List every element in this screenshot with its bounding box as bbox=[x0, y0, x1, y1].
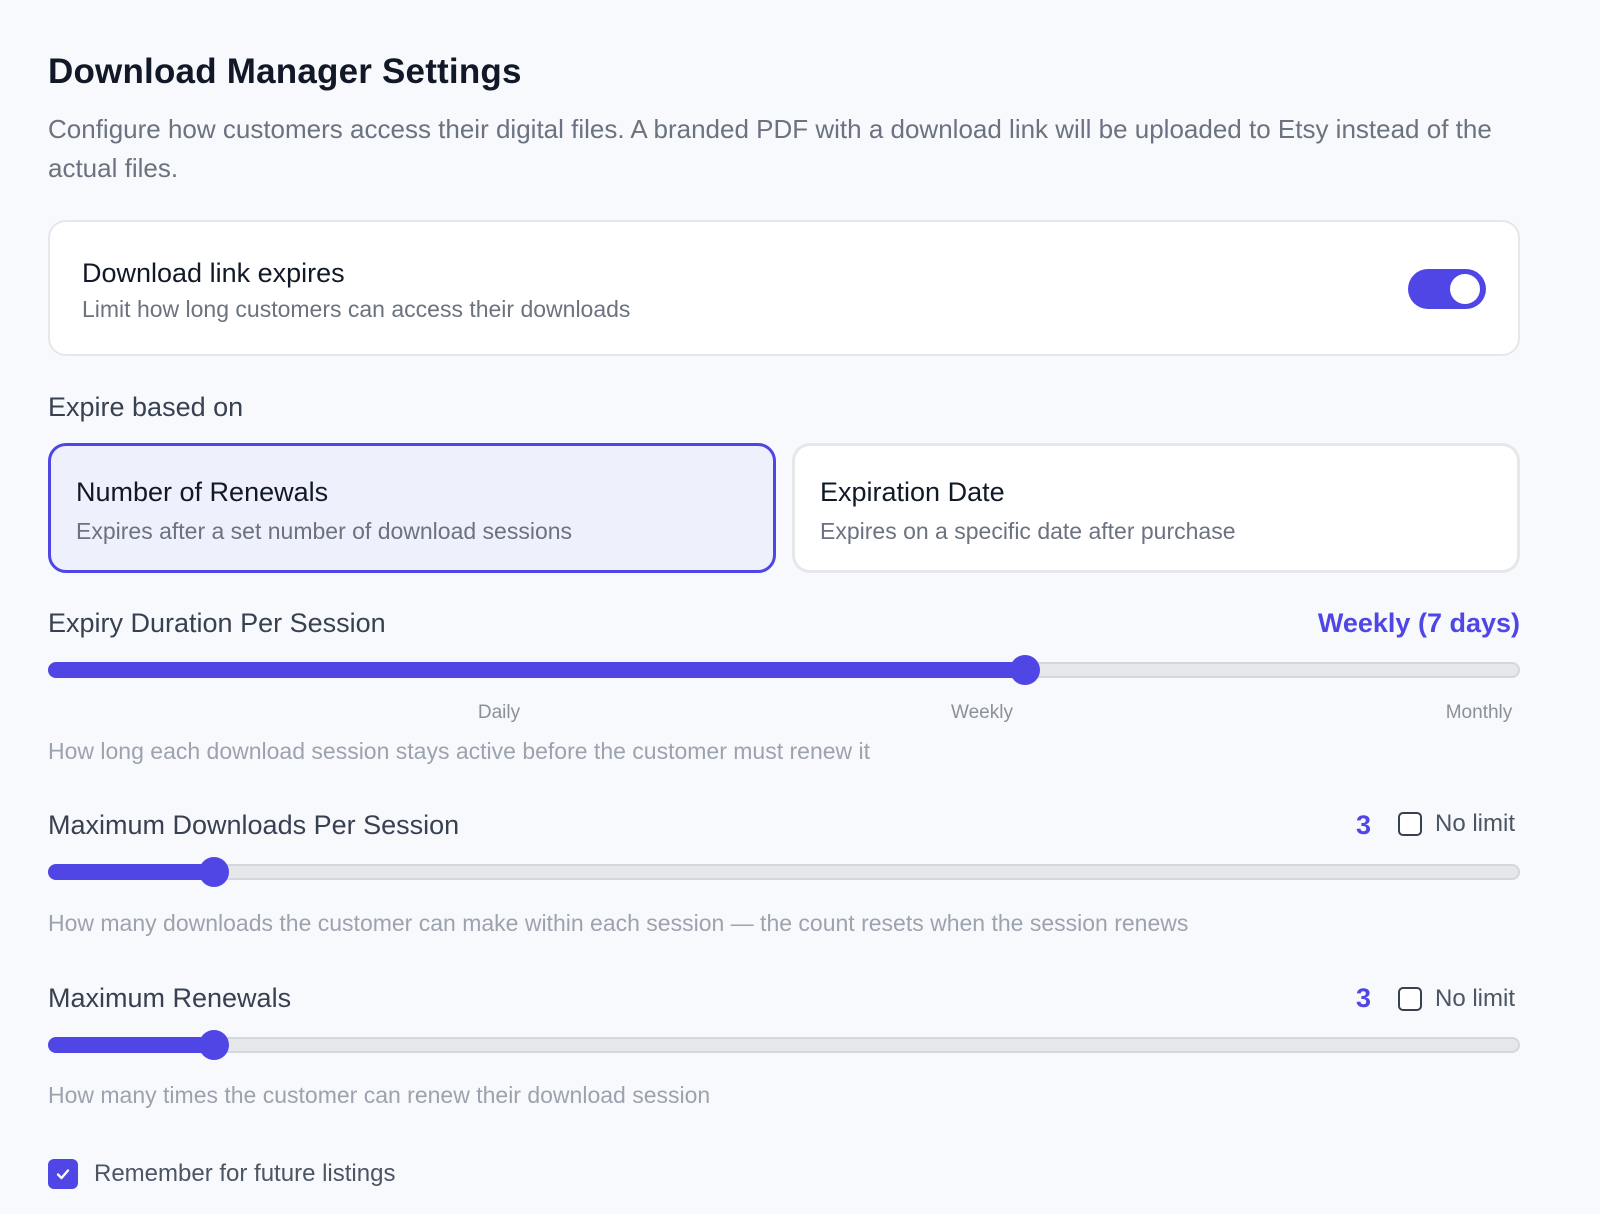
max-downloads-slider[interactable] bbox=[48, 857, 1520, 887]
max-downloads-label: Maximum Downloads Per Session bbox=[48, 810, 460, 840]
max-renewals-label: Maximum Renewals bbox=[48, 983, 292, 1013]
page-title: Download Manager Settings bbox=[48, 52, 522, 91]
no-limit-checkbox[interactable] bbox=[1398, 987, 1422, 1011]
max-renewals-help: How many times the customer can renew th… bbox=[48, 1082, 711, 1108]
max-downloads-help: How many downloads the customer can make… bbox=[48, 910, 1189, 936]
slider-track bbox=[48, 864, 1520, 880]
link-expires-card: Download link expires Limit how long cus… bbox=[48, 220, 1520, 356]
tick-daily: Daily bbox=[477, 702, 521, 723]
tick-weekly: Weekly bbox=[951, 702, 1013, 723]
remember-option[interactable]: Remember for future listings bbox=[48, 1159, 395, 1189]
option-description: Expires on a specific date after purchas… bbox=[820, 518, 1236, 544]
link-expires-description: Limit how long customers can access thei… bbox=[82, 296, 631, 322]
check-icon bbox=[56, 1169, 70, 1180]
max-downloads-no-limit[interactable]: No limit bbox=[1398, 810, 1515, 838]
remember-label: Remember for future listings bbox=[94, 1160, 396, 1187]
expiry-duration-value: Weekly (7 days) bbox=[1317, 608, 1520, 638]
option-number-of-renewals[interactable]: Number of Renewals Expires after a set n… bbox=[48, 443, 776, 573]
max-renewals-slider[interactable] bbox=[48, 1030, 1520, 1060]
expire-based-on-label: Expire based on bbox=[48, 392, 244, 422]
remember-checkbox[interactable] bbox=[48, 1159, 78, 1189]
settings-page: Download Manager Settings Configure how … bbox=[0, 0, 1600, 1214]
link-expires-title: Download link expires bbox=[82, 258, 345, 288]
no-limit-label: No limit bbox=[1435, 810, 1516, 837]
slider-thumb[interactable] bbox=[199, 1030, 229, 1060]
toggle-knob bbox=[1450, 274, 1480, 304]
option-expiration-date[interactable]: Expiration Date Expires on a specific da… bbox=[792, 443, 1520, 573]
max-renewals-value: 3 bbox=[1356, 983, 1372, 1013]
slider-fill bbox=[48, 1037, 214, 1053]
option-description: Expires after a set number of download s… bbox=[76, 518, 573, 544]
no-limit-label: No limit bbox=[1435, 985, 1516, 1012]
page-subtitle: Configure how customers access their dig… bbox=[48, 114, 1492, 183]
link-expires-toggle[interactable] bbox=[1408, 269, 1486, 309]
tick-monthly: Monthly bbox=[1445, 702, 1513, 723]
expiry-duration-slider[interactable] bbox=[48, 655, 1520, 685]
slider-thumb[interactable] bbox=[1010, 655, 1040, 685]
slider-track bbox=[48, 1037, 1520, 1053]
expiry-duration-help: How long each download session stays act… bbox=[48, 738, 871, 764]
option-title: Number of Renewals bbox=[76, 477, 329, 507]
slider-fill bbox=[48, 662, 1025, 678]
slider-thumb[interactable] bbox=[199, 857, 229, 887]
slider-fill bbox=[48, 864, 214, 880]
max-downloads-value: 3 bbox=[1356, 810, 1372, 840]
option-title: Expiration Date bbox=[820, 477, 1005, 507]
expiry-duration-label: Expiry Duration Per Session bbox=[48, 608, 386, 638]
max-renewals-no-limit[interactable]: No limit bbox=[1398, 985, 1515, 1013]
no-limit-checkbox[interactable] bbox=[1398, 812, 1422, 836]
